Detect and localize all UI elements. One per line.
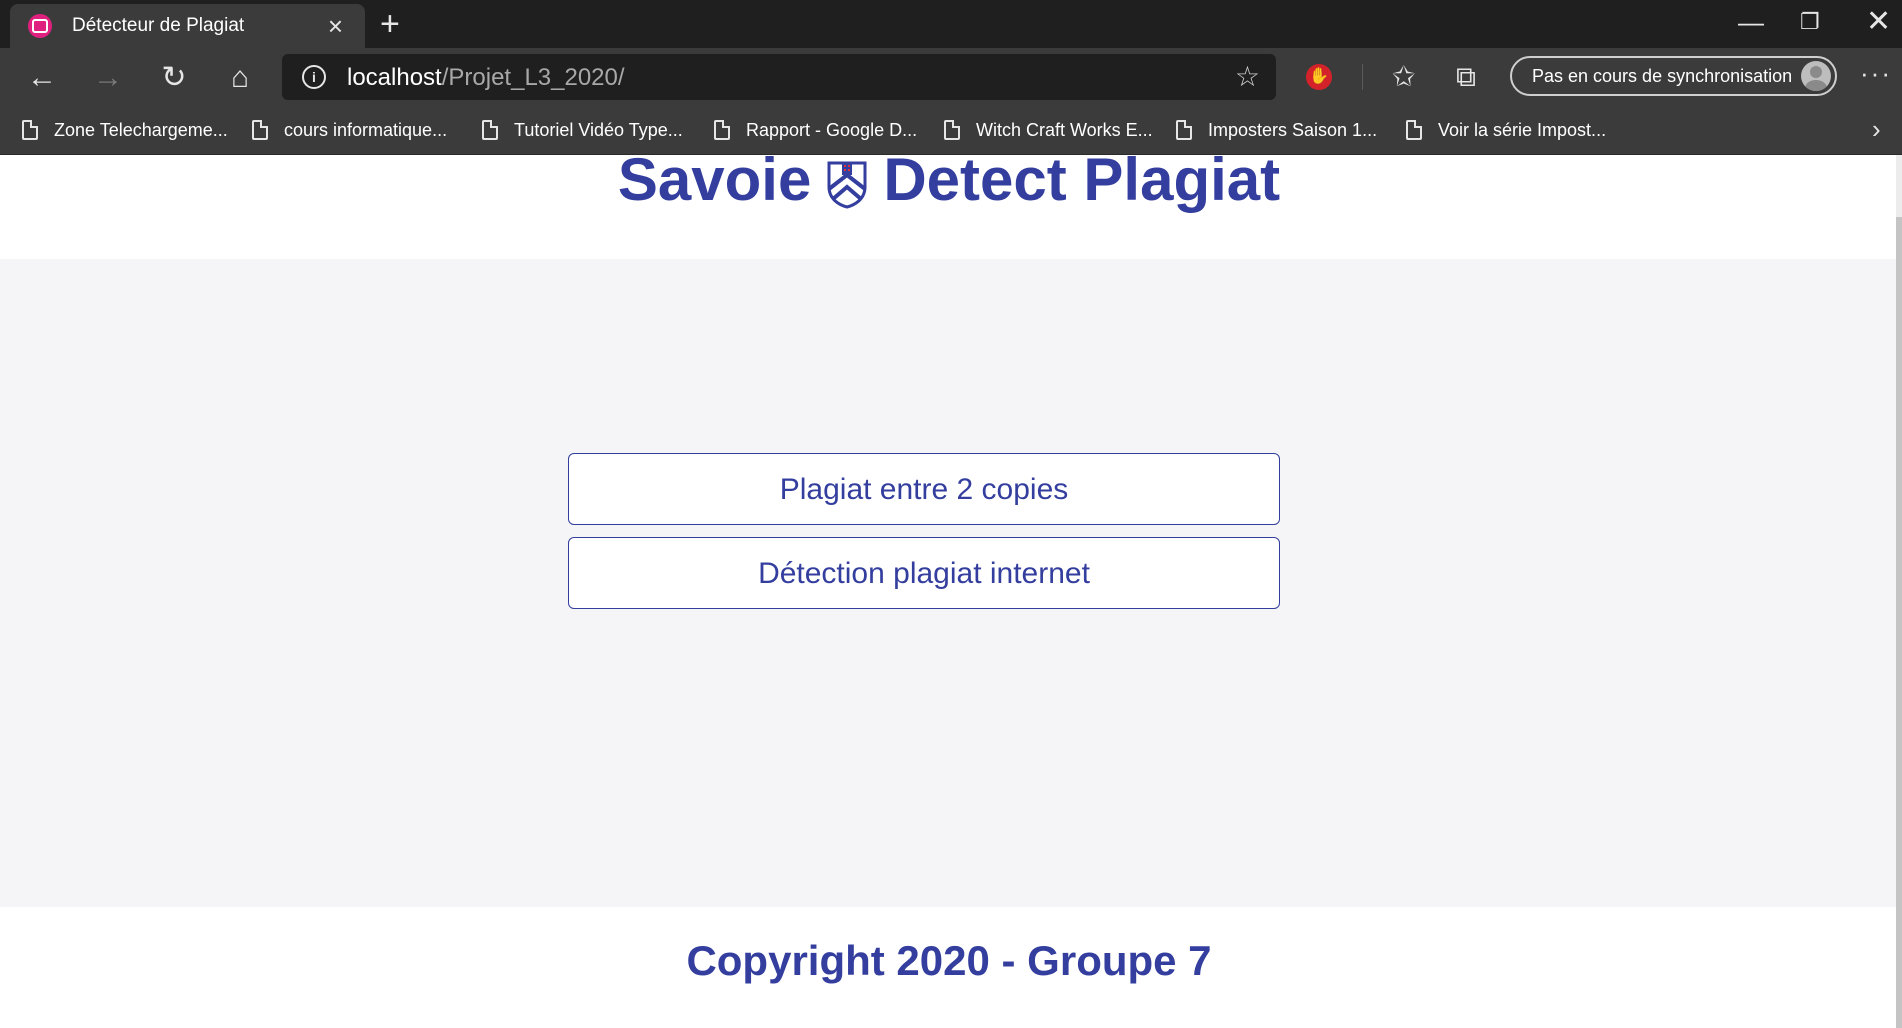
bookmark-label: Rapport - Google D... — [746, 119, 918, 140]
bookmark-item[interactable]: Zone Telechargeme... — [22, 114, 228, 146]
home-icon[interactable]: ⌂ — [220, 58, 260, 98]
refresh-icon[interactable]: ↻ — [154, 58, 194, 98]
page-icon — [1406, 120, 1422, 140]
close-tab-icon[interactable]: × — [328, 13, 343, 39]
toolbar-divider — [1362, 64, 1363, 90]
back-icon[interactable]: ← — [22, 58, 62, 98]
sync-label: Pas en cours de synchronisation — [1532, 66, 1793, 86]
adblock-extension-icon[interactable]: ✋ — [1306, 64, 1332, 90]
page-icon — [1176, 120, 1192, 140]
browser-tab[interactable]: Détecteur de Plagiat × — [10, 4, 365, 48]
site-header: Savoie Detect Plagiat — [0, 146, 1898, 259]
minimize-icon[interactable]: — — [1738, 6, 1764, 38]
page-icon — [252, 120, 268, 140]
plagiat-copies-button[interactable]: Plagiat entre 2 copies — [568, 453, 1280, 525]
window-close-icon[interactable]: ✕ — [1866, 6, 1891, 38]
page-icon — [944, 120, 960, 140]
bookmark-label: Tutoriel Vidéo Type... — [514, 119, 683, 140]
tab-title: Détecteur de Plagiat — [72, 15, 245, 36]
bookmark-item[interactable]: Rapport - Google D... — [714, 114, 917, 146]
copyright-text: Copyright 2020 - Groupe 7 — [686, 937, 1212, 984]
bookmark-label: Witch Craft Works E... — [976, 119, 1153, 140]
favorite-star-icon[interactable]: ☆ — [1235, 60, 1260, 93]
site-info-icon[interactable]: i — [302, 65, 326, 89]
chevron-right-icon[interactable]: › — [1872, 114, 1881, 145]
title-part-savoie: Savoie — [617, 146, 812, 213]
url-text[interactable]: localhost/Projet_L3_2020/ — [347, 64, 625, 92]
page-scrollbar[interactable] — [1896, 155, 1902, 1028]
url-path: /Projet_L3_2020/ — [441, 64, 625, 91]
plagiat-internet-button[interactable]: Détection plagiat internet — [568, 537, 1280, 609]
avatar-icon — [1801, 61, 1831, 91]
bookmark-label: Zone Telechargeme... — [54, 119, 228, 140]
bookmark-item[interactable]: Imposters Saison 1... — [1176, 114, 1377, 146]
title-part-detect: Detect Plagiat — [883, 146, 1281, 213]
university-crest-icon — [827, 161, 867, 209]
bookmark-label: Voir la série Impost... — [1438, 119, 1607, 140]
site-footer: Copyright 2020 - Groupe 7 — [0, 907, 1898, 1028]
more-icon[interactable]: ··· — [1860, 58, 1892, 89]
url-host: localhost — [347, 64, 442, 91]
bookmark-item[interactable]: Witch Craft Works E... — [944, 114, 1153, 146]
new-tab-icon[interactable]: + — [380, 6, 400, 42]
scrollbar-thumb[interactable] — [1896, 217, 1902, 1028]
page-icon — [22, 120, 38, 140]
collections-icon[interactable]: ⧉ — [1456, 60, 1476, 94]
bookmark-item[interactable]: cours informatique... — [252, 114, 447, 146]
forward-icon[interactable]: → — [88, 58, 128, 98]
bookmark-label: Imposters Saison 1... — [1208, 119, 1378, 140]
sync-profile-button[interactable]: Pas en cours de synchronisation — [1510, 56, 1837, 96]
page-title: Savoie Detect Plagiat — [0, 145, 1898, 214]
browser-titlebar: Détecteur de Plagiat × + — ❐ ✕ — [0, 0, 1902, 48]
page-icon — [482, 120, 498, 140]
bookmark-item[interactable]: Tutoriel Vidéo Type... — [482, 114, 683, 146]
page-content: Savoie Detect Plagiat Plagiat entre 2 co… — [0, 146, 1898, 1028]
address-bar[interactable]: i localhost/Projet_L3_2020/ ☆ — [282, 54, 1276, 100]
site-favicon-icon — [28, 14, 52, 38]
restore-icon[interactable]: ❐ — [1800, 6, 1820, 38]
main-section: Plagiat entre 2 copies Détection plagiat… — [0, 259, 1898, 907]
page-icon — [714, 120, 730, 140]
favorites-icon[interactable]: ✩ — [1392, 60, 1415, 94]
bookmark-item[interactable]: Voir la série Impost... — [1406, 114, 1606, 146]
bookmark-label: cours informatique... — [284, 119, 448, 140]
